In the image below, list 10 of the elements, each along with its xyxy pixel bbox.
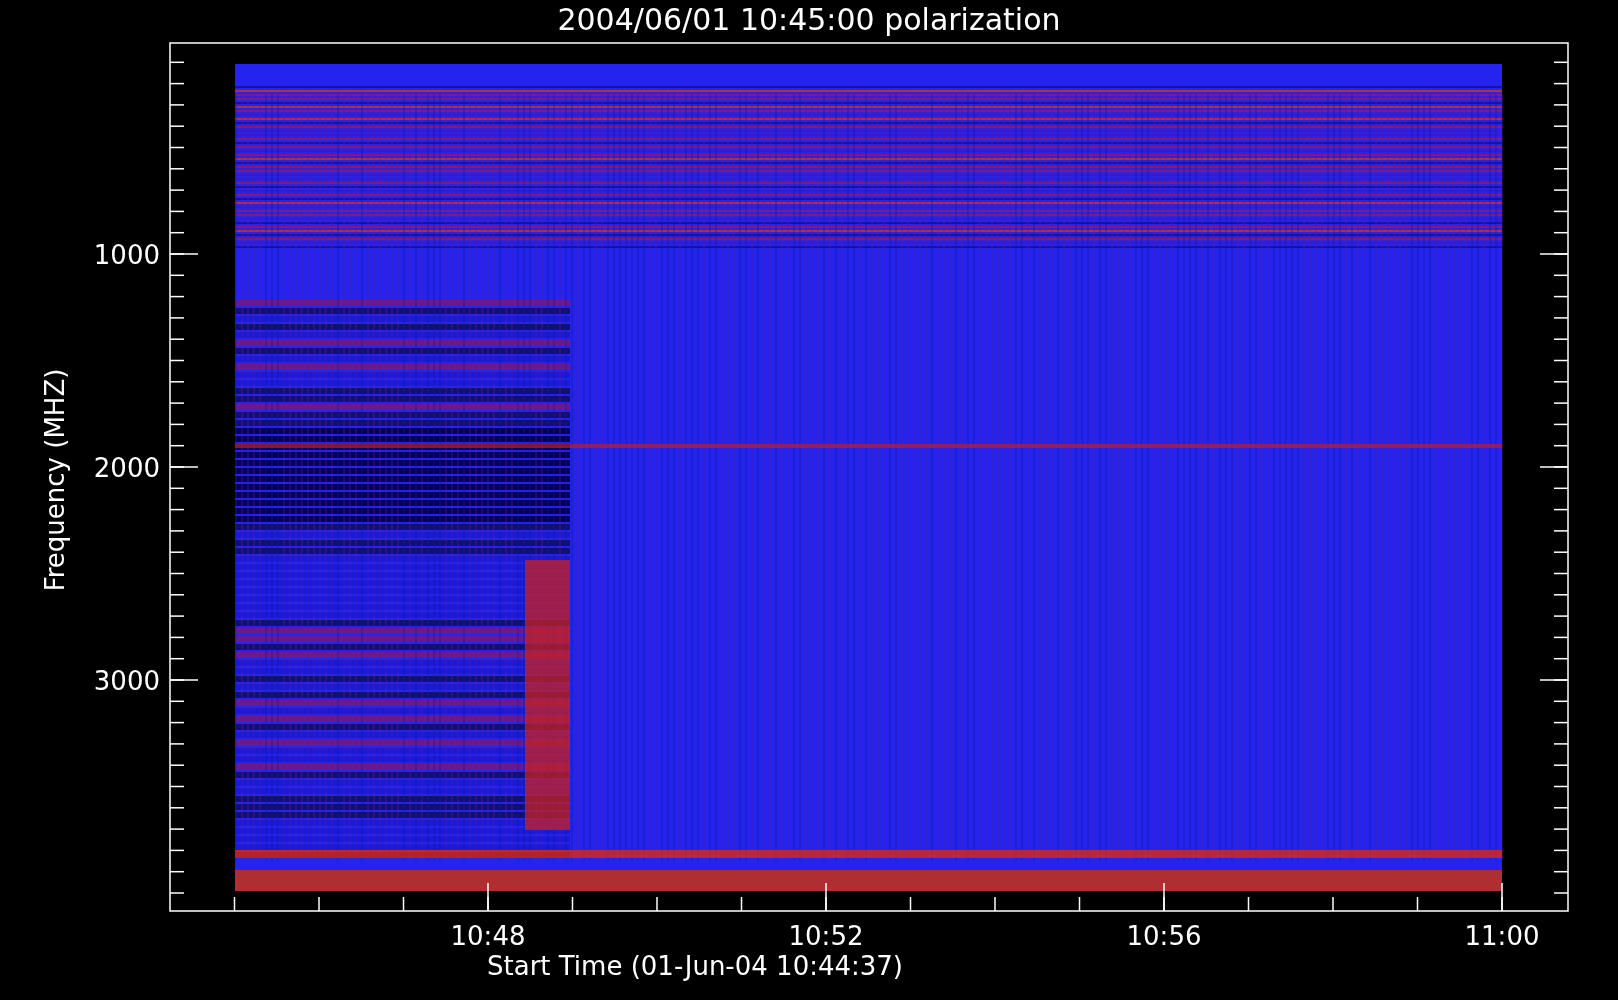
y-tick-label: 2000 — [93, 453, 160, 483]
x-tick-label: 10:52 — [788, 921, 864, 951]
y-tick-label: 1000 — [93, 240, 160, 270]
x-tick-label: 10:56 — [1126, 921, 1202, 951]
x-tick-label: 11:00 — [1464, 921, 1540, 951]
x-axis-label: Start Time (01-Jun-04 10:44:37) — [487, 951, 903, 981]
y-tick-label: 3000 — [93, 666, 160, 696]
y-axis-label: Frequency (MHZ) — [40, 368, 70, 592]
plot-title: 2004/06/01 10:45:00 polarization — [557, 2, 1061, 37]
x-tick-label: 10:48 — [450, 921, 526, 951]
